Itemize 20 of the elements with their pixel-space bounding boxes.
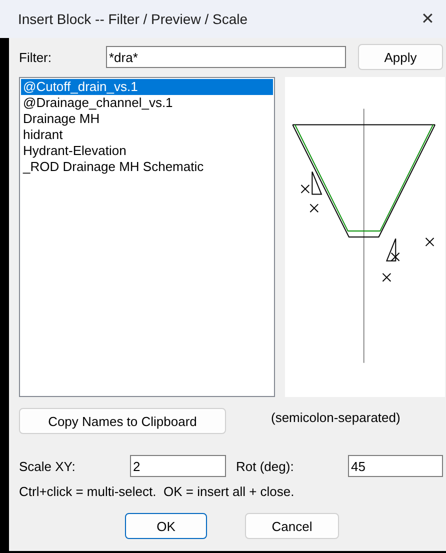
list-item[interactable]: _ROD Drainage MH Schematic (21, 159, 273, 175)
rotation-field[interactable]: 45 (348, 455, 443, 477)
cancel-button[interactable]: Cancel (245, 513, 339, 539)
list-item[interactable]: hidrant (21, 127, 273, 143)
apply-button[interactable]: Apply (358, 44, 443, 70)
scale-label: Scale XY: (19, 458, 76, 474)
list-item[interactable]: @Cutoff_drain_vs.1 (21, 79, 273, 95)
window-title: Insert Block -- Filter / Preview / Scale (18, 11, 248, 27)
list-item[interactable]: Drainage MH (21, 111, 273, 127)
filter-label: Filter: (19, 50, 52, 64)
separator-note: (semicolon-separated) (271, 410, 400, 425)
list-item[interactable]: Hydrant-Elevation (21, 143, 273, 159)
close-button[interactable]: ✕ (421, 9, 434, 29)
ok-button[interactable]: OK (125, 513, 207, 539)
copy-names-button[interactable]: Copy Names to Clipboard (19, 408, 226, 434)
help-text: Ctrl+click = multi-select. OK = insert all + close. (19, 484, 296, 499)
list-item[interactable]: @Drainage_channel_vs.1 (21, 95, 273, 111)
rotation-label: Rot (deg): (236, 458, 295, 474)
scale-field[interactable]: 2 (130, 455, 226, 477)
filter-field[interactable]: *dra* (106, 46, 346, 68)
